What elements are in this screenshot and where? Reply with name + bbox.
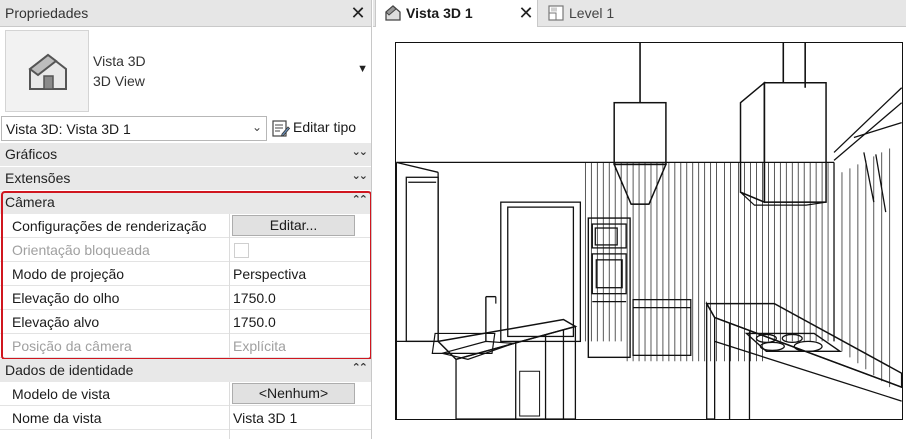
category-graphics-label: Gráficos <box>5 146 58 162</box>
row-view-template: Modelo de vista <Nenhum> <box>0 382 371 406</box>
column-divider <box>229 262 230 286</box>
column-divider <box>229 430 230 439</box>
tab-vista-3d-1[interactable]: Vista 3D 1 ✕ <box>375 0 538 27</box>
type-selector[interactable]: Vista 3D 3D View ▼ <box>0 27 371 115</box>
plan-view-icon <box>548 5 564 21</box>
row-locked-orientation: Orientação bloqueada <box>0 238 371 262</box>
row-camera-position: Posição da câmera Explícita <box>0 334 371 358</box>
house-3d-icon <box>385 5 401 21</box>
close-icon[interactable]: ✕ <box>348 2 368 24</box>
property-name: Modo de projeção <box>12 266 125 282</box>
row-render-settings: Configurações de renderização Editar... <box>0 214 371 238</box>
property-name: Modelo de vista <box>12 386 111 402</box>
double-chevron-up-icon: ⌃⌃ <box>351 362 369 374</box>
view-canvas[interactable] <box>373 27 906 439</box>
edit-type-button[interactable]: Editar tipo <box>271 116 371 141</box>
double-chevron-down-icon: ⌄⌄ <box>351 170 369 182</box>
view-name-field[interactable]: Vista 3D 1 <box>233 410 297 426</box>
edit-type-icon <box>272 120 290 137</box>
view-instance-value: Vista 3D: Vista 3D 1 <box>6 121 131 137</box>
house-3d-icon <box>28 53 67 90</box>
view-instance-dropdown[interactable]: Vista 3D: Vista 3D 1 ⌄ <box>1 116 267 141</box>
properties-title: Propriedades <box>5 5 89 21</box>
type-name: 3D View <box>93 73 145 89</box>
eye-elevation-field[interactable]: 1750.0 <box>233 290 276 306</box>
category-camera[interactable]: Câmera ⌃⌃ <box>0 191 371 214</box>
tab-label: Vista 3D 1 <box>406 5 473 21</box>
column-divider <box>229 310 230 334</box>
close-icon[interactable]: ✕ <box>516 3 536 23</box>
row-target-elevation: Elevação alvo 1750.0 <box>0 310 371 334</box>
edit-type-label: Editar tipo <box>293 119 357 135</box>
row-eye-elevation: Elevação do olho 1750.0 <box>0 286 371 310</box>
double-chevron-up-icon: ⌃⌃ <box>351 194 369 206</box>
kitchen-3d-view[interactable] <box>395 42 903 420</box>
type-family-name: Vista 3D <box>93 53 146 69</box>
camera-position-value: Explícita <box>233 338 286 354</box>
category-extents[interactable]: Extensões ⌄⌄ <box>0 167 371 190</box>
category-identity-data[interactable]: Dados de identidade ⌃⌃ <box>0 359 371 382</box>
locked-orientation-checkbox <box>234 243 249 258</box>
property-name: Nome da vista <box>12 410 102 426</box>
property-name: Configurações de renderização <box>12 218 207 234</box>
target-elevation-field[interactable]: 1750.0 <box>233 314 276 330</box>
property-name: Posição da câmera <box>12 338 132 354</box>
property-name: Elevação do olho <box>12 290 120 306</box>
row-partial <box>0 430 371 439</box>
chevron-down-icon: ⌄ <box>251 120 262 134</box>
category-identity-label: Dados de identidade <box>5 362 134 378</box>
category-camera-label: Câmera <box>5 194 55 210</box>
property-name: Elevação alvo <box>12 314 100 330</box>
column-divider <box>229 334 230 358</box>
render-settings-edit-button[interactable]: Editar... <box>232 215 355 236</box>
category-graphics[interactable]: Gráficos ⌄⌄ <box>0 143 371 166</box>
category-extents-label: Extensões <box>5 170 71 186</box>
tab-label: Level 1 <box>569 5 615 21</box>
column-divider <box>229 214 230 238</box>
properties-title-bar: Propriedades ✕ <box>0 0 371 27</box>
double-chevron-down-icon: ⌄⌄ <box>351 146 369 158</box>
projection-mode-value[interactable]: Perspectiva <box>233 266 306 282</box>
property-name: Orientação bloqueada <box>12 242 150 258</box>
tab-level-1[interactable]: Level 1 <box>539 0 659 27</box>
row-projection-mode: Modo de projeção Perspectiva <box>0 262 371 286</box>
properties-panel: Propriedades ✕ Vista 3D 3D View ▼ Vista … <box>0 0 372 439</box>
row-view-name: Nome da vista Vista 3D 1 <box>0 406 371 430</box>
column-divider <box>229 406 230 430</box>
view-tab-bar: Vista 3D 1 ✕ Level 1 <box>373 0 906 27</box>
type-thumbnail <box>5 30 89 112</box>
column-divider <box>229 382 230 406</box>
view-template-button[interactable]: <Nenhum> <box>232 383 355 404</box>
column-divider <box>229 238 230 262</box>
dropdown-arrow-icon[interactable]: ▼ <box>357 63 368 75</box>
column-divider <box>229 286 230 310</box>
